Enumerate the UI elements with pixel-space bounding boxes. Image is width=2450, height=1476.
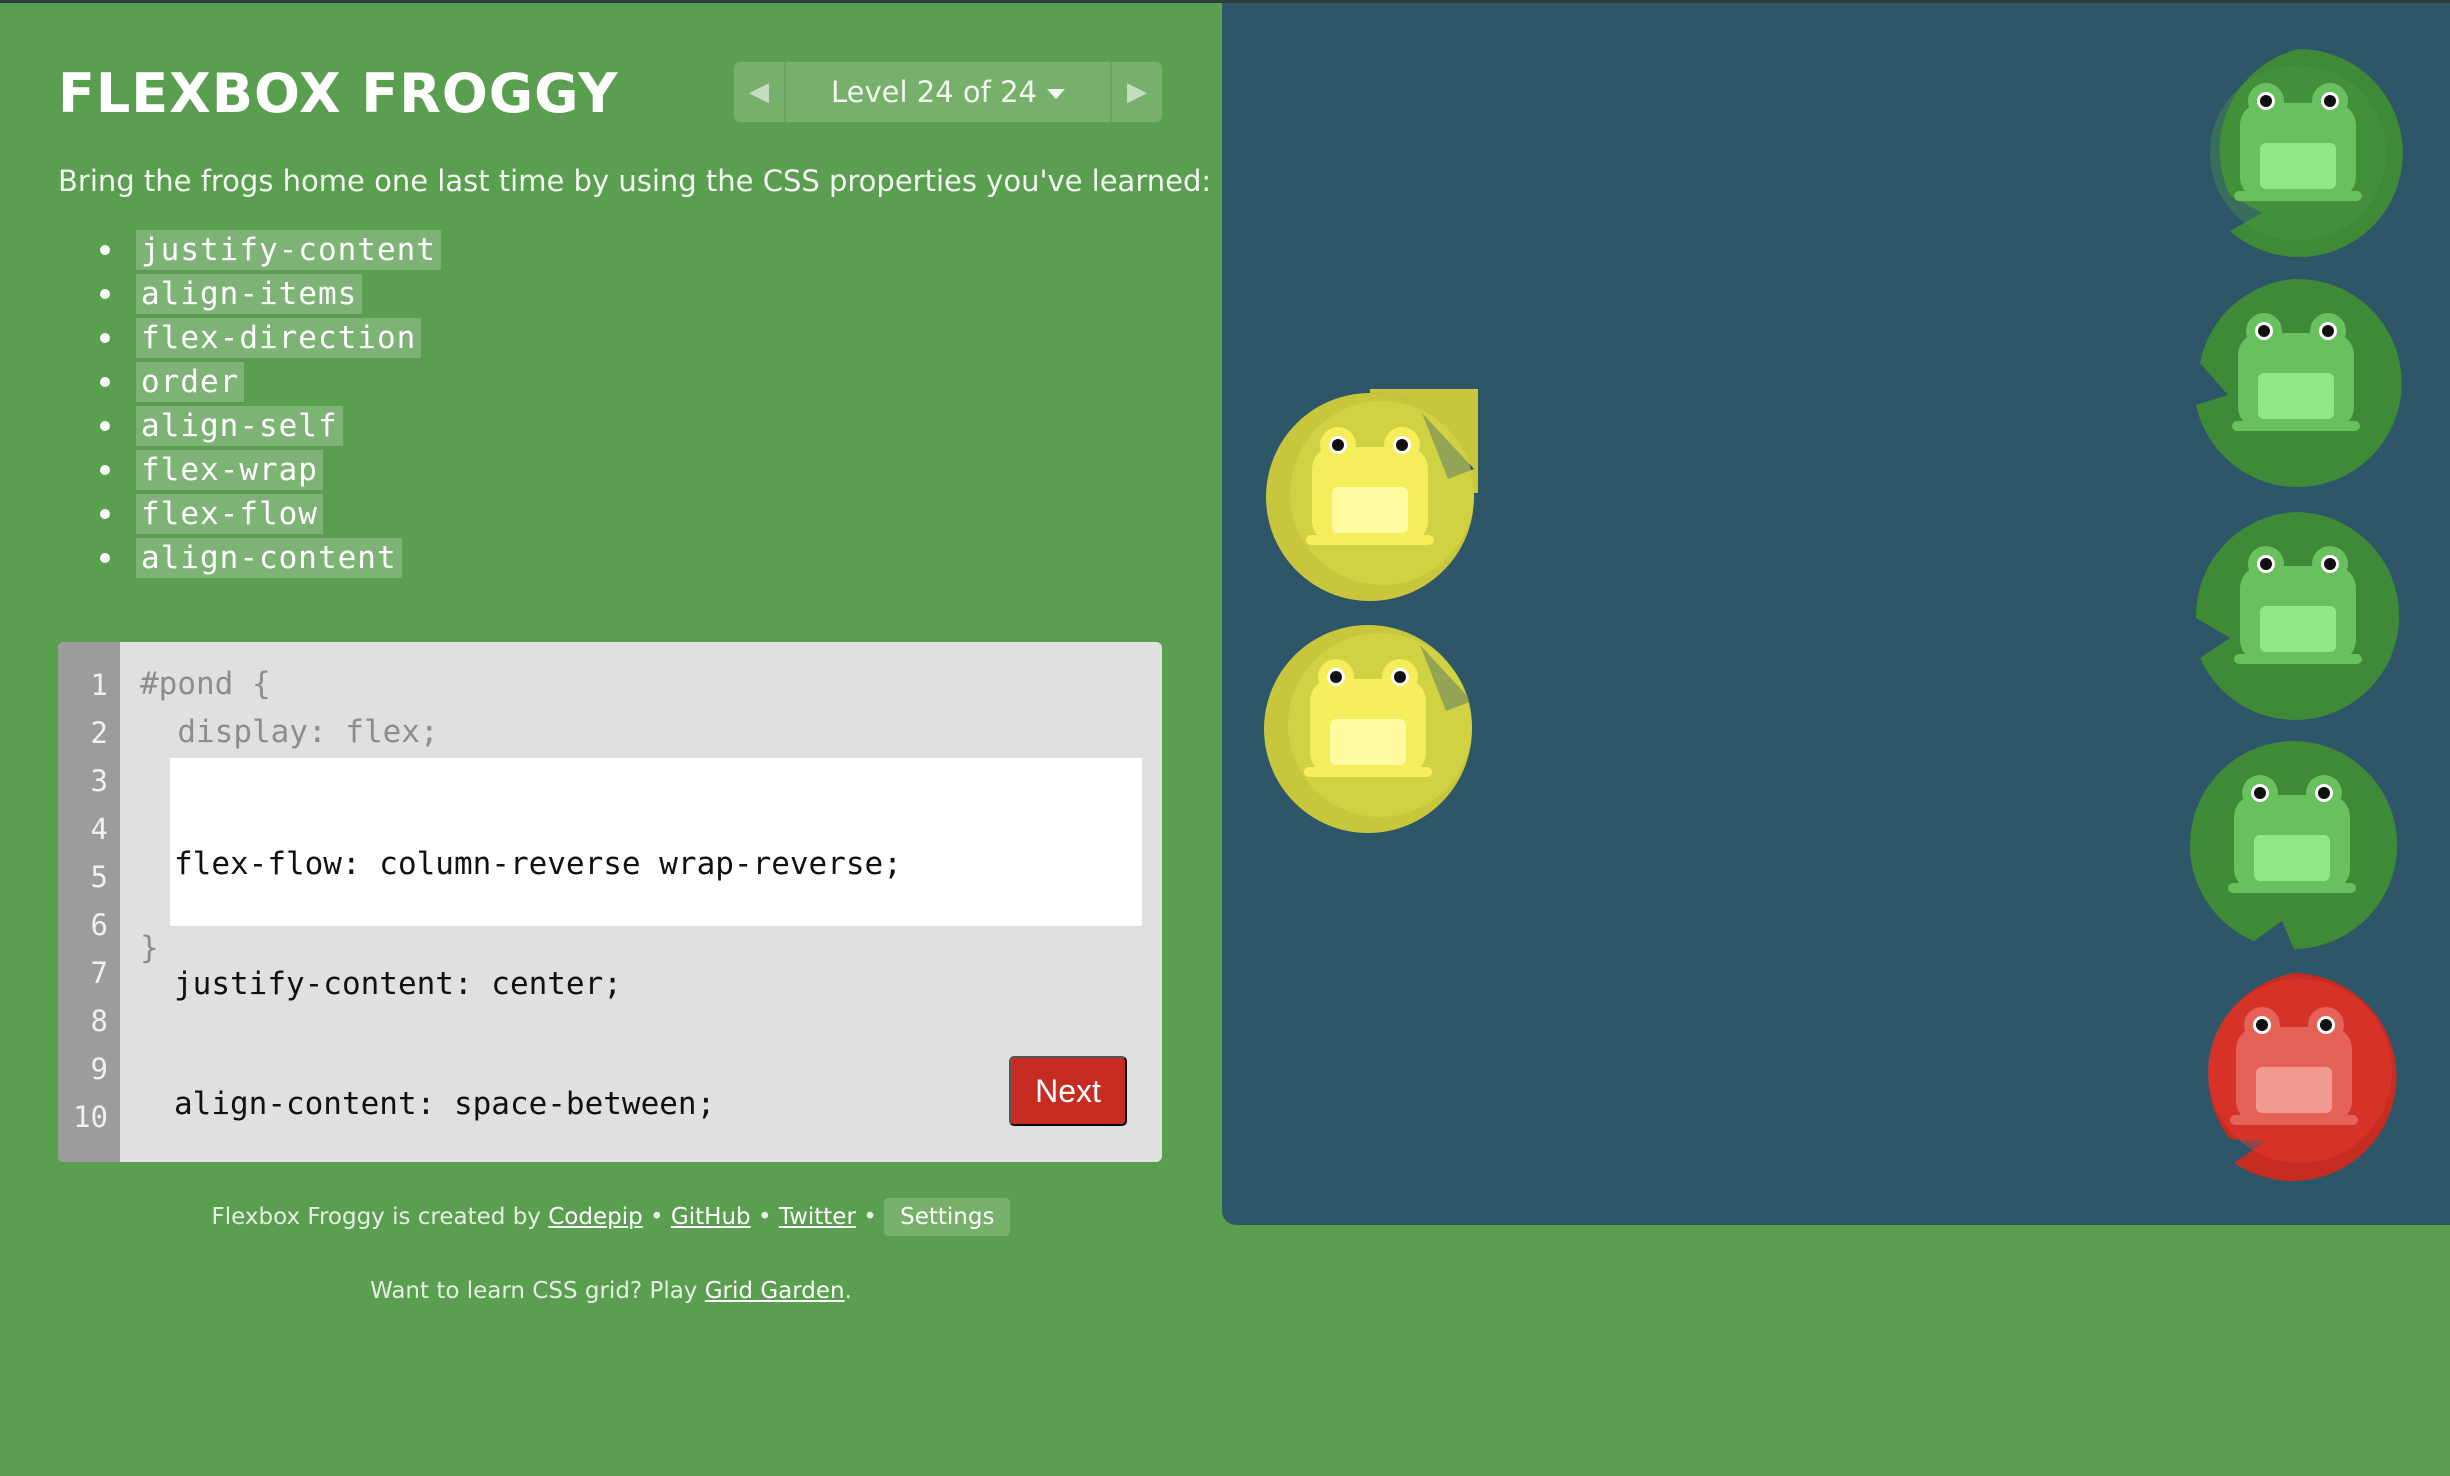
input-line: justify-content: center;: [174, 966, 622, 1002]
list-item: flex-direction: [100, 316, 441, 360]
footer-learn-text: Want to learn CSS grid? Play: [370, 1278, 698, 1304]
code-line-display: display: flex;: [140, 714, 439, 750]
input-line: align-content: space-between;: [174, 1086, 716, 1122]
line-number: 5: [90, 860, 108, 894]
bullet: [100, 289, 110, 299]
input-line: flex-flow: column-reverse wrap-reverse;: [174, 846, 902, 882]
twitter-link[interactable]: Twitter: [779, 1204, 856, 1230]
property-chip[interactable]: flex-direction: [136, 318, 422, 358]
lilypad-green-icon: [2190, 508, 2406, 724]
code-line-closing: }: [140, 930, 159, 966]
caret-down-icon: [1046, 89, 1065, 99]
footer-created-by: Flexbox Froggy is created by: [211, 1204, 541, 1230]
property-chip[interactable]: flex-wrap: [136, 450, 323, 490]
line-number: 2: [90, 716, 108, 750]
list-item: order: [100, 360, 441, 404]
next-button[interactable]: Next: [1009, 1056, 1127, 1126]
property-chip[interactable]: flex-flow: [136, 494, 323, 534]
bullet: [100, 377, 110, 387]
frog-yellow-icon: [1260, 621, 1476, 837]
next-level-button[interactable]: ▶: [1110, 62, 1162, 122]
level-label: Level 24 of 24: [831, 75, 1037, 109]
footer-period: .: [844, 1278, 852, 1304]
list-item: flex-flow: [100, 492, 441, 536]
code-line-selector: #pond {: [140, 666, 271, 702]
bullet: [100, 509, 110, 519]
app-title: FLEXBOX FROGGY: [58, 62, 619, 125]
property-chip[interactable]: align-content: [136, 538, 402, 578]
footer-credits: Flexbox Froggy is created by Codepip • G…: [0, 1198, 1222, 1236]
property-chip[interactable]: justify-content: [136, 230, 441, 270]
grid-garden-link[interactable]: Grid Garden: [705, 1278, 845, 1304]
bullet: [100, 421, 110, 431]
level-dropdown[interactable]: Level 24 of 24: [786, 62, 1110, 122]
list-item: align-items: [100, 272, 441, 316]
bullet: [100, 245, 110, 255]
level-navigation: ◀ Level 24 of 24 ▶: [734, 62, 1162, 122]
property-chip[interactable]: align-items: [136, 274, 363, 314]
line-number: 9: [90, 1052, 108, 1086]
settings-button[interactable]: Settings: [884, 1198, 1011, 1236]
codepip-link[interactable]: Codepip: [548, 1204, 642, 1230]
instructions-text: Bring the frogs home one last time by us…: [58, 164, 1212, 198]
triangle-left-icon: ◀: [749, 77, 769, 107]
list-item: justify-content: [100, 228, 441, 272]
bullet: [100, 553, 110, 563]
line-number: 1: [90, 668, 108, 702]
separator: •: [863, 1204, 877, 1230]
lilypad-red-icon: [2186, 969, 2402, 1185]
lilypad-green-icon: [2188, 275, 2404, 491]
property-list: justify-content align-items flex-directi…: [100, 228, 441, 580]
list-item: align-content: [100, 536, 441, 580]
list-item: align-self: [100, 404, 441, 448]
pond: [1222, 3, 2450, 1225]
css-input-textarea[interactable]: flex-flow: column-reverse wrap-reverse; …: [170, 758, 1142, 1122]
github-link[interactable]: GitHub: [671, 1204, 751, 1230]
previous-level-button[interactable]: ◀: [734, 62, 786, 122]
footer-grid-garden: Want to learn CSS grid? Play Grid Garden…: [0, 1278, 1222, 1304]
triangle-right-icon: ▶: [1127, 77, 1147, 107]
line-number: 8: [90, 1004, 108, 1038]
line-number: 3: [90, 764, 108, 798]
line-number: 10: [73, 1100, 108, 1134]
frog-yellow-icon: [1262, 285, 1578, 605]
separator: •: [757, 1204, 772, 1230]
css-editor: 1 2 3 4 5 6 7 8 9 10 #pond { display: fl…: [58, 642, 1162, 1162]
line-number: 4: [90, 812, 108, 846]
separator: •: [650, 1204, 664, 1230]
lilypad-green-icon: [2190, 45, 2406, 261]
line-number: 6: [90, 908, 108, 942]
lilypad-green-icon: [2184, 737, 2400, 953]
list-item: flex-wrap: [100, 448, 441, 492]
line-number: 7: [90, 956, 108, 990]
property-chip[interactable]: order: [136, 362, 245, 402]
bullet: [100, 465, 110, 475]
bullet: [100, 333, 110, 343]
property-chip[interactable]: align-self: [136, 406, 343, 446]
line-number-gutter: 1 2 3 4 5 6 7 8 9 10: [58, 642, 120, 1162]
sidebar: FLEXBOX FROGGY ◀ Level 24 of 24 ▶ Bring …: [0, 0, 1222, 1476]
